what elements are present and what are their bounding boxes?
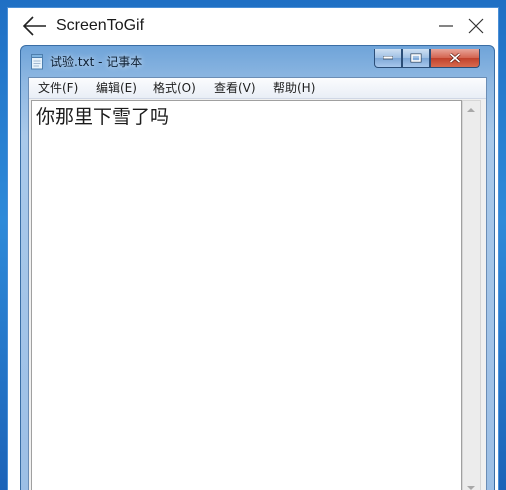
scroll-down-button[interactable] <box>463 480 480 490</box>
notepad-minimize-button[interactable] <box>374 49 402 68</box>
back-arrow-icon[interactable] <box>22 14 48 38</box>
vertical-scrollbar[interactable] <box>462 100 481 490</box>
notepad-window: 试验.txt - 记事本 文件(F) 编辑(E) 格式(O) 查看(V) 帮助(… <box>20 45 495 490</box>
screentogif-title: ScreenToGif <box>56 17 145 34</box>
notepad-maximize-button[interactable] <box>402 49 430 68</box>
screentogif-titlebar: ScreenToGif <box>8 8 498 44</box>
screentogif-window: ScreenToGif 试验.txt - 记事本 文件(F) 编辑(E) 格式(… <box>8 8 498 490</box>
chevron-up-icon <box>467 108 475 112</box>
scroll-up-button[interactable] <box>463 101 480 118</box>
close-icon <box>449 53 461 63</box>
notepad-client-area: 文件(F) 编辑(E) 格式(O) 查看(V) 帮助(H) 你那里下雪了吗 <box>28 77 487 490</box>
notepad-content: 你那里下雪了吗 <box>36 106 170 128</box>
notepad-menubar: 文件(F) 编辑(E) 格式(O) 查看(V) 帮助(H) <box>29 78 486 99</box>
menu-file[interactable]: 文件(F) <box>38 81 78 95</box>
minimize-icon <box>383 56 393 60</box>
chevron-down-icon <box>467 486 475 490</box>
notepad-icon <box>30 54 44 70</box>
menu-help[interactable]: 帮助(H) <box>273 81 315 95</box>
notepad-titlebar[interactable]: 试验.txt - 记事本 <box>21 46 494 76</box>
menu-edit[interactable]: 编辑(E) <box>96 81 137 95</box>
notepad-text-area[interactable]: 你那里下雪了吗 <box>31 100 462 490</box>
minimize-icon[interactable] <box>434 14 458 38</box>
menu-view[interactable]: 查看(V) <box>214 81 256 95</box>
maximize-icon <box>410 53 422 63</box>
notepad-title: 试验.txt - 记事本 <box>50 55 143 69</box>
menu-format[interactable]: 格式(O) <box>153 81 196 95</box>
notepad-close-button[interactable] <box>430 49 480 68</box>
close-icon[interactable] <box>464 14 488 38</box>
